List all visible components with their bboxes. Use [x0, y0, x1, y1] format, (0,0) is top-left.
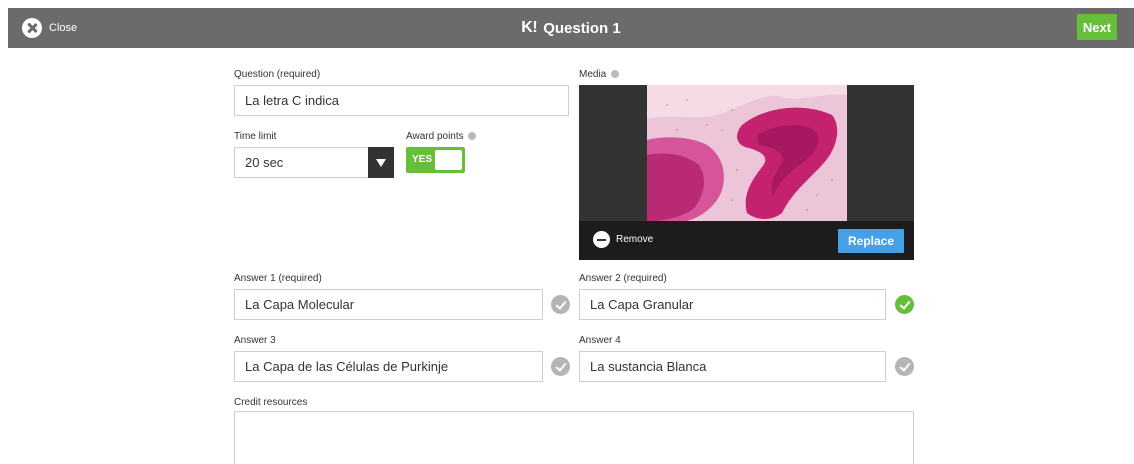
answer-3-label: Answer 3	[234, 335, 276, 346]
time-limit-label: Time limit	[234, 131, 277, 142]
media-label: Media	[579, 69, 607, 80]
title-wrap: K! Question 1	[8, 8, 1134, 48]
toggle-knob[interactable]	[435, 150, 462, 170]
close-label[interactable]: Close	[49, 22, 77, 34]
question-input[interactable]: La letra C indica	[234, 85, 569, 116]
time-limit-value[interactable]: 20 sec	[235, 155, 368, 170]
answer-4-correct-toggle-icon[interactable]	[895, 357, 914, 376]
credit-resources-textarea[interactable]	[234, 411, 914, 464]
kahoot-logo: K!	[521, 19, 538, 36]
page-title: Question 1	[543, 19, 621, 37]
answer-4-input[interactable]: La sustancia Blanca	[579, 351, 886, 382]
info-icon[interactable]	[468, 132, 477, 141]
answer-2-label: Answer 2 (required)	[579, 273, 667, 284]
answer-1-correct-toggle-icon[interactable]	[551, 295, 570, 314]
dropdown-arrow-button[interactable]	[368, 147, 394, 178]
answer-2-input[interactable]: La Capa Granular	[579, 289, 886, 320]
next-button[interactable]: Next	[1077, 14, 1117, 40]
award-points-toggle[interactable]: YES	[406, 147, 465, 173]
replace-media-button[interactable]: Replace	[838, 229, 904, 253]
media-action-bar: Remove Replace	[579, 221, 914, 260]
answer-1-label: Answer 1 (required)	[234, 273, 322, 284]
award-points-label: Award points	[406, 131, 464, 142]
toggle-label: YES	[412, 154, 433, 165]
close-button[interactable]: Close	[22, 18, 77, 38]
caret-down-icon	[376, 158, 386, 167]
remove-media-button[interactable]: Remove	[593, 231, 653, 248]
award-points-label-wrap: Award points	[406, 131, 477, 142]
answer-2-correct-toggle-icon[interactable]	[895, 295, 914, 314]
question-label: Question (required)	[234, 69, 321, 80]
answer-1-input[interactable]: La Capa Molecular	[234, 289, 543, 320]
close-icon[interactable]	[22, 18, 42, 38]
info-icon[interactable]	[611, 70, 620, 79]
top-bar: Close K! Question 1 Next	[8, 8, 1134, 48]
answer-4-label: Answer 4	[579, 335, 621, 346]
answer-3-input[interactable]: La Capa de las Células de Purkinje	[234, 351, 543, 382]
time-limit-select[interactable]: 20 sec	[234, 147, 394, 178]
histology-image	[647, 85, 847, 221]
remove-label[interactable]: Remove	[616, 234, 653, 245]
minus-circle-icon[interactable]	[593, 231, 610, 248]
media-label-wrap: Media	[579, 69, 620, 80]
credit-resources-label: Credit resources	[234, 397, 308, 408]
answer-3-correct-toggle-icon[interactable]	[551, 357, 570, 376]
media-panel: Remove Replace	[579, 85, 914, 260]
